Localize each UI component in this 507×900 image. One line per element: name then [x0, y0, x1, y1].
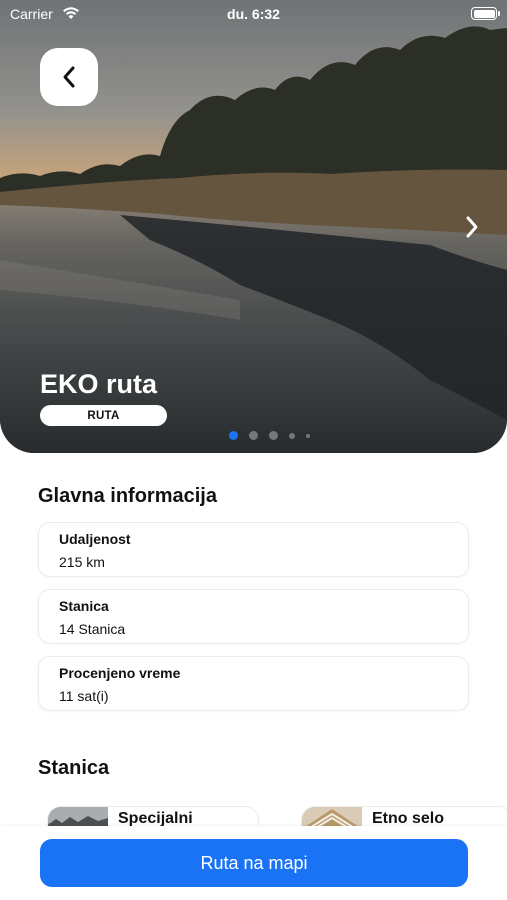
page-dot[interactable]	[306, 433, 310, 438]
back-button[interactable]	[40, 48, 98, 106]
battery-icon	[471, 7, 500, 20]
estimated-time-value: 11 sat(i)	[59, 688, 109, 704]
route-title: EKO ruta	[40, 369, 158, 399]
chevron-right-icon[interactable]	[463, 214, 481, 240]
status-bar: Carrier du. 6:32	[0, 0, 507, 28]
route-type-badge: RUTA	[40, 405, 167, 426]
distance-value: 215 km	[59, 554, 105, 570]
route-on-map-button[interactable]: Ruta na mapi	[40, 839, 468, 887]
bottom-action-bar: Ruta na mapi	[0, 826, 507, 900]
page-dot[interactable]	[269, 431, 278, 440]
distance-label: Udaljenost	[59, 531, 131, 547]
main-info-title: Glavna informacija	[38, 485, 217, 507]
chevron-left-icon	[63, 66, 75, 88]
page-dot[interactable]	[289, 432, 295, 439]
distance-card: Udaljenost 215 km	[38, 522, 469, 577]
stations-count-label: Stanica	[59, 598, 109, 614]
clock: du. 6:32	[227, 6, 280, 22]
stations-title: Stanica	[38, 757, 110, 779]
stations-count-value: 14 Stanica	[59, 621, 126, 637]
page-dot[interactable]	[229, 431, 238, 440]
page-dot[interactable]	[249, 431, 258, 440]
page-indicator[interactable]	[229, 431, 310, 440]
estimated-time-label: Procenjeno vreme	[59, 665, 181, 681]
hero-image: Carrier du. 6:32 EKO ruta RUTA	[0, 0, 507, 453]
estimated-time-card: Procenjeno vreme 11 sat(i)	[38, 656, 469, 711]
stations-count-card: Stanica 14 Stanica	[38, 589, 469, 644]
